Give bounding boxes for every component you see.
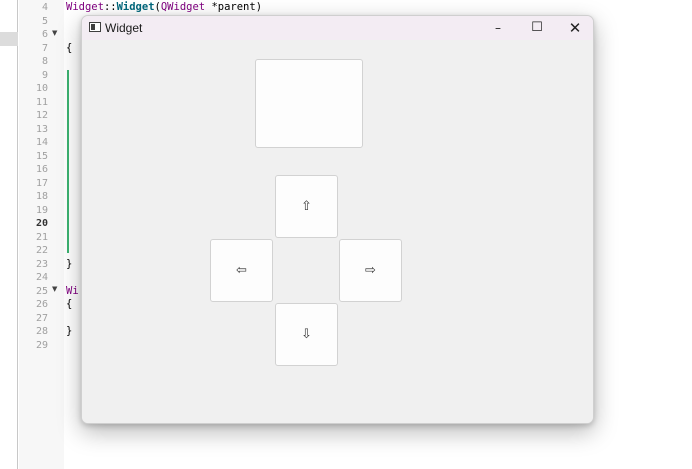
arrow-up-icon: ⇧ xyxy=(301,199,312,214)
line-number: 20 xyxy=(35,218,48,229)
arrow-left-icon: ⇦ xyxy=(236,263,247,278)
line-number: 15 xyxy=(35,150,48,162)
line-number: 11 xyxy=(35,96,48,108)
code-line[interactable]: Wi xyxy=(66,285,79,299)
line-number: 9 xyxy=(41,69,48,81)
line-number: 8 xyxy=(41,56,48,67)
move-right-button[interactable]: ⇨ xyxy=(339,239,402,302)
line-number: 18 xyxy=(35,191,48,202)
maximize-button[interactable]: ☐ xyxy=(518,16,556,40)
line-number: 7 xyxy=(41,42,48,54)
line-number: 19 xyxy=(35,204,48,216)
fold-arrow-icon[interactable]: ▼ xyxy=(52,283,57,297)
line-number: 13 xyxy=(35,123,48,135)
line-number: 28 xyxy=(35,326,48,337)
line-number: 29 xyxy=(35,339,48,351)
line-number: 26 xyxy=(35,299,48,310)
minimize-button[interactable]: – xyxy=(479,16,517,40)
move-down-button[interactable]: ⇩ xyxy=(275,303,338,366)
line-number: 23 xyxy=(35,258,48,270)
line-number: 17 xyxy=(35,177,48,189)
line-number: 6 xyxy=(41,29,48,40)
code-token-class: Widget xyxy=(66,1,104,13)
code-line[interactable]: { xyxy=(66,42,72,56)
widget-window: Widget – ☐ ✕ ⇧ ⇦ ⇨ ⇩ xyxy=(81,15,594,424)
code-line[interactable]: Widget::Widget(QWidget *parent) xyxy=(66,1,262,15)
display-box[interactable] xyxy=(255,59,363,148)
move-left-button[interactable]: ⇦ xyxy=(210,239,273,302)
window-client-area: ⇧ ⇦ ⇨ ⇩ xyxy=(82,40,593,423)
fold-arrow-icon[interactable]: ▼ xyxy=(52,27,57,41)
line-number: 10 xyxy=(35,83,48,94)
code-line[interactable]: } xyxy=(66,325,72,339)
code-token-function: Widget xyxy=(116,1,155,13)
line-number: 25 xyxy=(35,285,48,297)
line-number: 21 xyxy=(35,231,48,243)
change-marker-bar xyxy=(67,70,69,253)
code-line[interactable]: { xyxy=(66,298,72,312)
code-token-param: *parent) xyxy=(205,1,263,13)
window-title: Widget xyxy=(105,21,143,35)
side-panel-selection xyxy=(0,32,18,46)
code-line[interactable]: } xyxy=(66,258,72,272)
line-number: 27 xyxy=(35,312,48,324)
line-number: 4 xyxy=(41,2,48,13)
line-number: 16 xyxy=(35,164,48,175)
line-number: 14 xyxy=(35,137,48,148)
line-number: 12 xyxy=(35,110,48,121)
close-button[interactable]: ✕ xyxy=(556,16,593,40)
move-up-button[interactable]: ⇧ xyxy=(275,175,338,238)
app-window-icon xyxy=(89,22,101,32)
arrow-right-icon: ⇨ xyxy=(365,263,376,278)
line-number: 5 xyxy=(41,15,48,27)
code-token-type: QWidget xyxy=(160,1,206,13)
line-number: 24 xyxy=(35,272,48,283)
window-title-bar[interactable]: Widget – ☐ ✕ xyxy=(82,16,593,40)
editor-side-panel xyxy=(0,0,18,469)
arrow-down-icon: ⇩ xyxy=(301,327,312,342)
code-token-scope: :: xyxy=(103,1,117,13)
line-number: 22 xyxy=(35,245,48,256)
line-number-gutter: 4 5 6 7 8 9 10 11 12 13 14 15 16 17 18 19 20 21 22 23 24 25 26… xyxy=(19,0,69,469)
